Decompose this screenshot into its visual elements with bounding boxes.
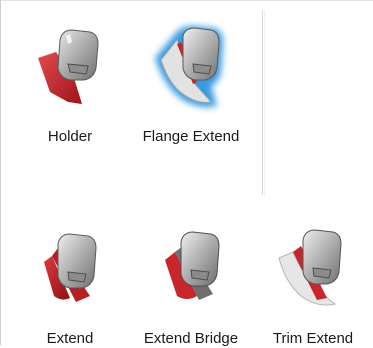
tool-extend[interactable]: Extend bbox=[10, 218, 130, 348]
tool-flange-extend[interactable]: Flange Extend bbox=[131, 10, 251, 145]
vertical-separator bbox=[262, 10, 265, 195]
tool-label: Extend bbox=[46, 330, 94, 347]
extend-bridge-icon bbox=[165, 231, 220, 300]
tool-label: Flange Extend bbox=[142, 128, 240, 145]
tool-trim-extend[interactable]: Trim Extend bbox=[253, 218, 373, 348]
tool-palette: Holder Flange Extend Extend Extend Bridg… bbox=[0, 0, 373, 348]
tool-label: Trim Extend bbox=[272, 330, 354, 347]
palette-left-border bbox=[0, 0, 1, 345]
flange-extend-icon bbox=[155, 26, 223, 108]
extend-icon bbox=[44, 233, 97, 302]
tool-label: Holder bbox=[47, 128, 93, 145]
holder-icon bbox=[38, 29, 99, 104]
palette-top-border bbox=[0, 0, 373, 1]
tool-holder[interactable]: Holder bbox=[10, 10, 130, 145]
tool-label: Extend Bridge bbox=[143, 330, 239, 347]
tool-extend-bridge[interactable]: Extend Bridge bbox=[131, 218, 251, 348]
trim-extend-icon bbox=[278, 229, 342, 306]
